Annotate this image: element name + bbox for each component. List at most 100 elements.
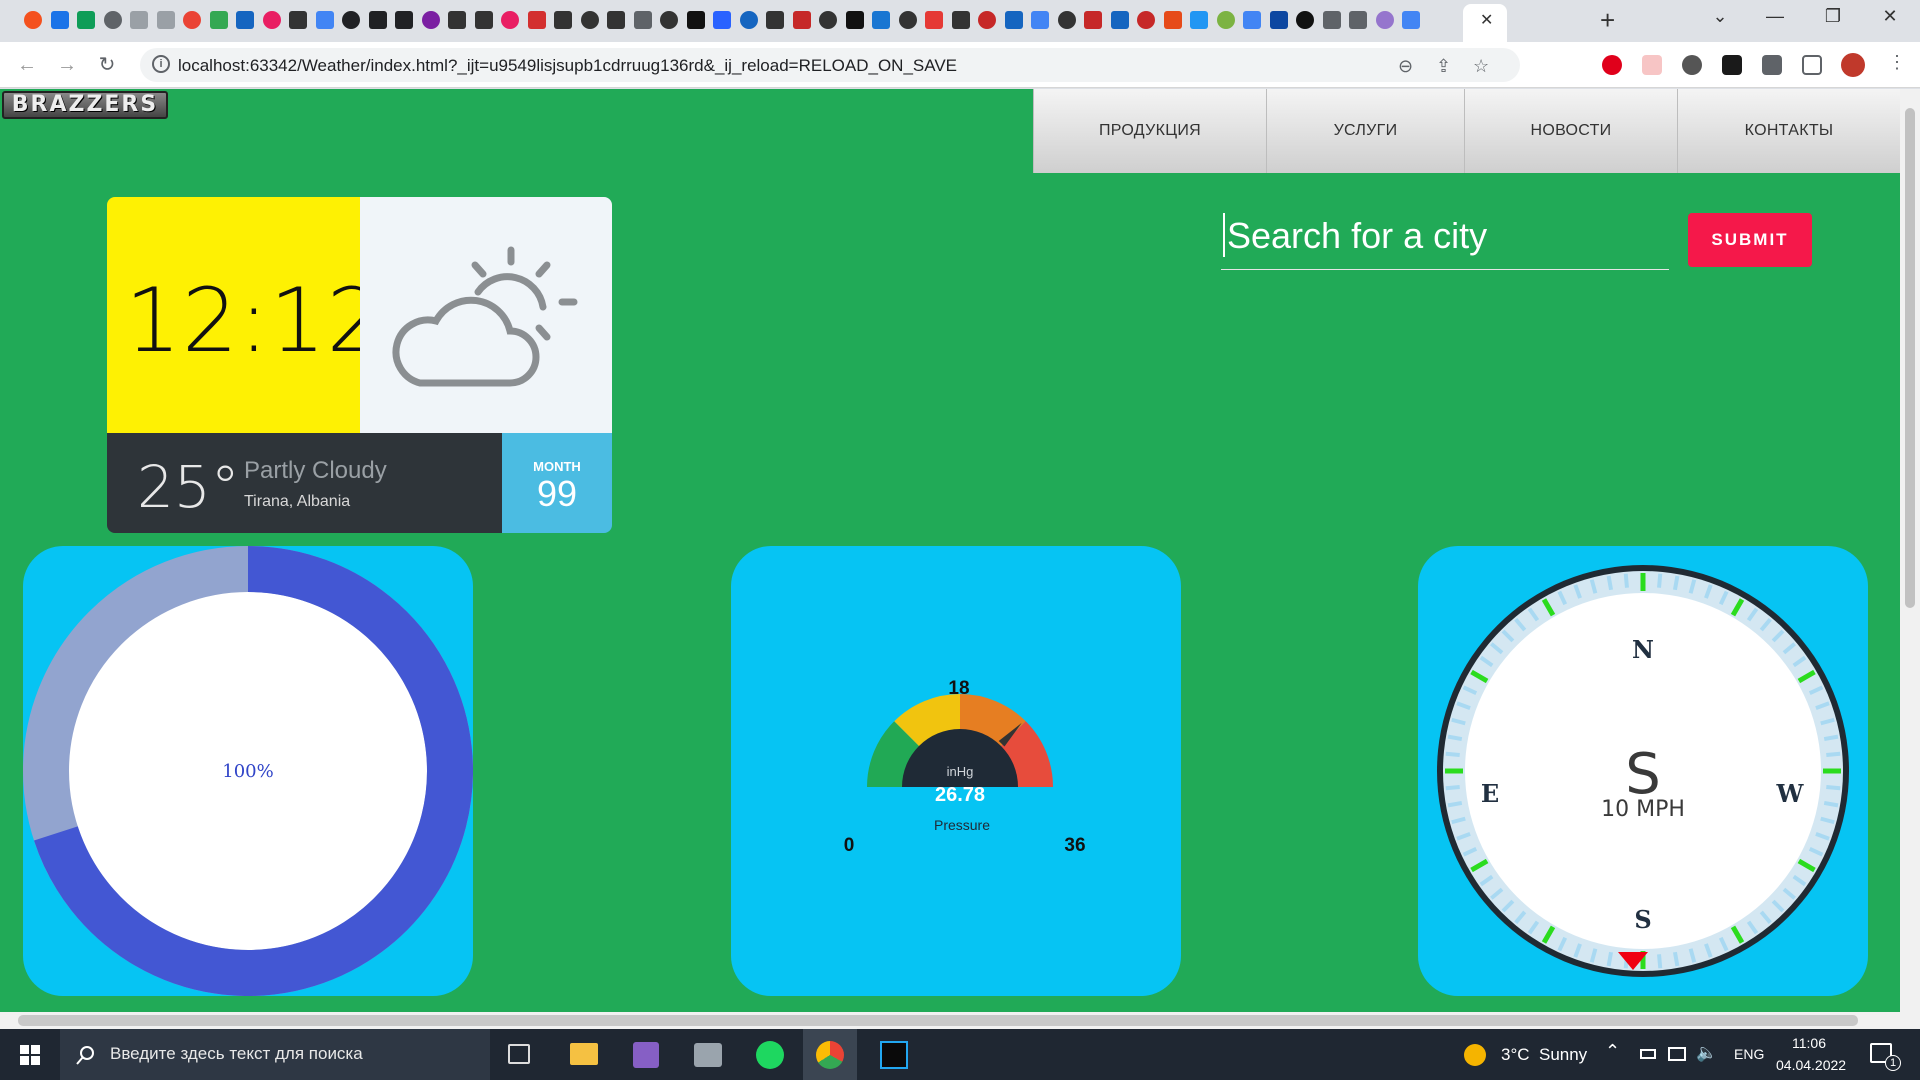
tab-favicon[interactable] [130, 11, 148, 29]
battery-icon[interactable] [1640, 1049, 1656, 1059]
horizontal-scroll-thumb[interactable] [18, 1015, 1858, 1026]
tab-favicon[interactable] [898, 11, 917, 29]
tab-favicon[interactable] [77, 11, 95, 29]
tab-favicon[interactable] [580, 11, 599, 29]
tab-favicon[interactable] [1402, 11, 1420, 29]
volume-icon[interactable]: 🔈 [1696, 1043, 1717, 1063]
tab-favicon[interactable] [448, 11, 466, 29]
tab-favicon[interactable] [1031, 11, 1049, 29]
tab-favicon[interactable] [1057, 11, 1076, 29]
url-text[interactable]: localhost:63342/Weather/index.html?_ijt=… [178, 56, 957, 76]
tab-favicon[interactable] [713, 11, 731, 29]
tab-favicon[interactable] [527, 11, 546, 29]
tab-favicon[interactable] [1269, 11, 1288, 29]
city-search-input[interactable]: Search for a city [1221, 207, 1669, 270]
tab-favicon[interactable] [1349, 11, 1367, 29]
tab-favicon[interactable] [739, 11, 758, 29]
extension-vk-icon[interactable] [1722, 55, 1742, 75]
tab-favicon[interactable] [1216, 11, 1235, 29]
tab-favicon[interactable] [1110, 11, 1129, 29]
tab-favicon[interactable] [686, 11, 705, 29]
menu-item-products[interactable]: ПРОДУКЦИЯ [1033, 89, 1266, 173]
tab-favicon[interactable] [501, 11, 519, 29]
tab-favicon[interactable] [660, 11, 678, 29]
tab-favicon[interactable] [1163, 11, 1182, 29]
tab-favicon[interactable] [183, 11, 201, 29]
tab-favicon[interactable] [766, 11, 784, 29]
vertical-scroll-thumb[interactable] [1905, 108, 1915, 608]
tab-favicon[interactable] [925, 11, 943, 29]
tab-favicon[interactable] [262, 11, 281, 29]
extension-opera-icon[interactable] [1602, 55, 1622, 75]
file-explorer-icon[interactable] [570, 1043, 598, 1065]
share-icon[interactable]: ⇪ [1436, 56, 1451, 77]
tab-favicon[interactable] [1243, 11, 1261, 29]
tab-favicon[interactable] [1137, 11, 1155, 29]
site-logo[interactable]: BRAZZERS [2, 91, 168, 119]
taskbar-weather[interactable]: 3°C Sunny [1501, 1045, 1587, 1065]
clock-time[interactable]: 11:06 [1792, 1035, 1826, 1051]
tab-favicon[interactable] [872, 11, 890, 29]
tab-favicon[interactable] [951, 11, 970, 29]
extensions-puzzle-icon[interactable] [1762, 55, 1782, 75]
spotify-icon[interactable] [756, 1041, 784, 1069]
extension-icon[interactable] [1642, 55, 1662, 75]
tab-favicon[interactable] [421, 11, 440, 29]
back-icon[interactable]: ← [14, 52, 40, 78]
side-panel-icon[interactable] [1802, 55, 1822, 75]
tab-favicon[interactable] [792, 11, 811, 29]
extension-icon[interactable] [1682, 55, 1702, 75]
zoom-icon[interactable]: ⊖ [1398, 56, 1413, 77]
tab-favicon[interactable] [236, 11, 254, 29]
menu-item-services[interactable]: УСЛУГИ [1266, 89, 1464, 173]
close-window-button[interactable]: ✕ [1875, 6, 1905, 27]
tab-favicon[interactable] [845, 11, 864, 29]
tab-favicon[interactable] [24, 11, 42, 29]
task-view-icon[interactable] [508, 1044, 530, 1064]
forward-icon[interactable]: → [54, 52, 80, 78]
visual-studio-icon[interactable] [633, 1042, 659, 1068]
menu-item-news[interactable]: НОВОСТИ [1464, 89, 1677, 173]
tab-close-icon[interactable]: ✕ [1480, 10, 1493, 30]
tab-favicon[interactable] [1190, 11, 1208, 29]
bookmark-star-icon[interactable]: ☆ [1473, 56, 1489, 77]
chrome-taskbar-button[interactable] [803, 1029, 857, 1080]
tab-favicon[interactable] [342, 11, 360, 29]
clock-date[interactable]: 04.04.2022 [1776, 1057, 1846, 1073]
tab-favicon[interactable] [633, 11, 652, 29]
tab-favicon[interactable] [368, 11, 387, 29]
maximize-button[interactable]: ❐ [1818, 6, 1848, 27]
tab-favicon[interactable] [474, 11, 493, 29]
language-indicator[interactable]: ENG [1734, 1046, 1764, 1062]
profile-avatar[interactable] [1841, 53, 1865, 77]
tab-favicon[interactable] [315, 11, 334, 29]
menu-item-contacts[interactable]: КОНТАКТЫ [1677, 89, 1900, 173]
minimize-button[interactable]: — [1760, 6, 1790, 27]
tab-favicon[interactable] [50, 11, 69, 29]
tab-favicon[interactable] [209, 11, 228, 29]
submit-button[interactable]: SUBMIT [1688, 213, 1812, 267]
webstorm-icon[interactable] [880, 1041, 908, 1069]
tray-chevron-icon[interactable]: ⌃ [1605, 1041, 1620, 1062]
app-icon[interactable] [694, 1043, 722, 1067]
tab-search-icon[interactable]: ⌄ [1705, 6, 1735, 27]
new-tab-button[interactable]: + [1600, 5, 1615, 36]
reload-icon[interactable]: ↻ [94, 52, 120, 78]
tab-favicon[interactable] [554, 11, 572, 29]
tab-favicon[interactable] [1084, 11, 1102, 29]
tab-favicon[interactable] [1004, 11, 1023, 29]
windows-start-icon[interactable] [20, 1045, 40, 1065]
tab-favicon[interactable] [1296, 11, 1314, 29]
tab-favicon[interactable] [103, 11, 122, 29]
tab-favicon[interactable] [607, 11, 625, 29]
tab-favicon[interactable] [1375, 11, 1394, 29]
tab-favicon[interactable] [1322, 11, 1341, 29]
address-bar[interactable]: i localhost:63342/Weather/index.html?_ij… [140, 48, 1520, 82]
taskbar-search[interactable]: Введите здесь текст для поиска [60, 1029, 490, 1080]
tab-favicon[interactable] [395, 11, 413, 29]
tab-favicon[interactable] [156, 11, 175, 29]
menu-kebab-icon[interactable]: ⋮ [1888, 52, 1906, 73]
tab-favicon[interactable] [289, 11, 307, 29]
site-info-icon[interactable]: i [152, 55, 170, 73]
network-icon[interactable] [1668, 1047, 1686, 1061]
